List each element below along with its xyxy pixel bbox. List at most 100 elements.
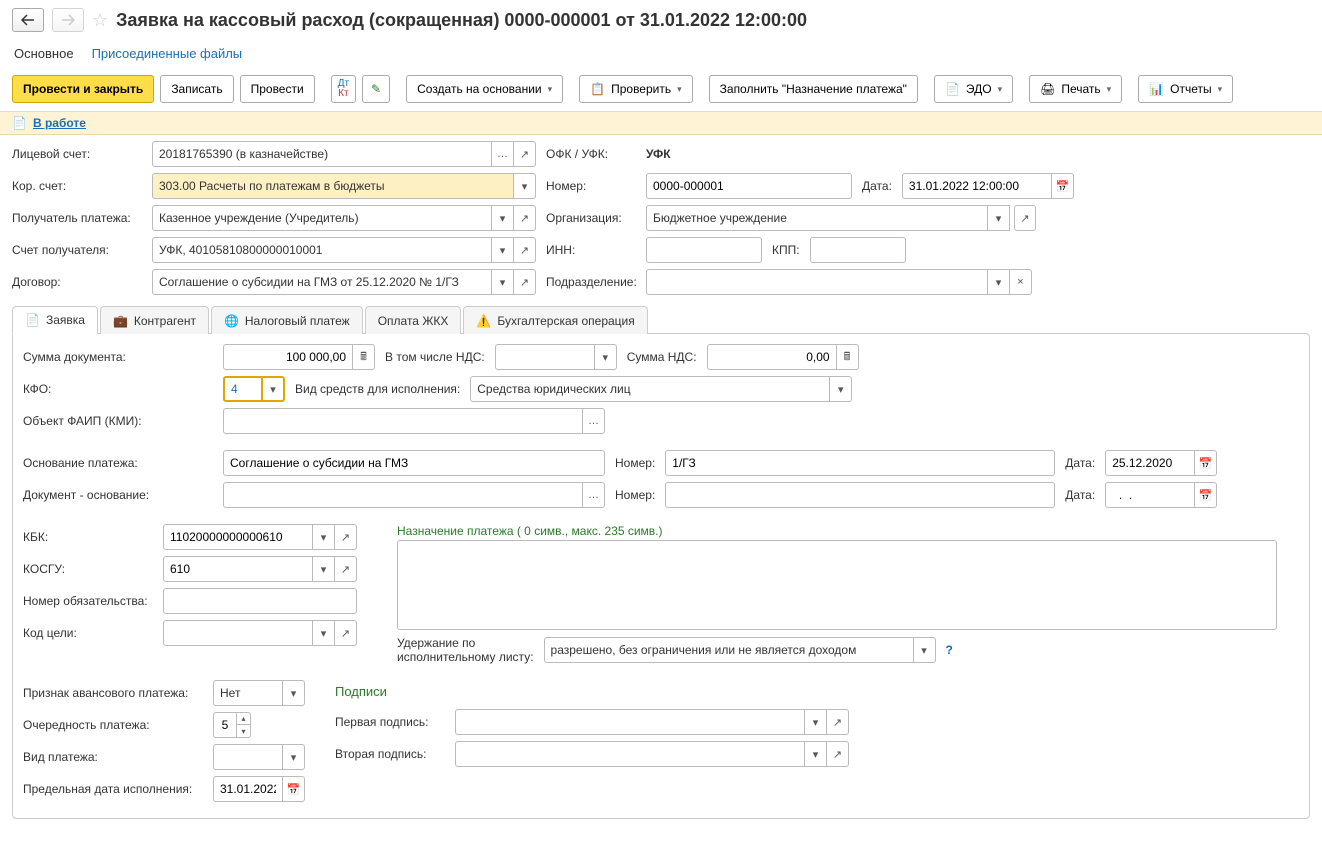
basis-num-label: Номер: bbox=[615, 456, 655, 470]
faip-more-button[interactable]: … bbox=[583, 408, 605, 434]
basis-input[interactable] bbox=[223, 450, 605, 476]
fill-purpose-button[interactable]: Заполнить "Назначение платежа" bbox=[709, 75, 918, 103]
goal-open-button[interactable]: ↗ bbox=[335, 620, 357, 646]
help-icon[interactable]: ? bbox=[946, 643, 953, 657]
print-button[interactable]: 🖨 Печать▾ bbox=[1029, 75, 1122, 103]
sig1-dropdown-button[interactable]: ▾ bbox=[805, 709, 827, 735]
paytype-input[interactable] bbox=[213, 744, 283, 770]
account-label: Лицевой счет: bbox=[12, 147, 142, 161]
basis-num-input[interactable] bbox=[665, 450, 1055, 476]
advance-dropdown-button[interactable]: ▾ bbox=[283, 680, 305, 706]
ofk-value: УФК bbox=[646, 147, 671, 161]
post-button[interactable]: Провести bbox=[240, 75, 315, 103]
favorite-star-icon[interactable]: ☆ bbox=[92, 10, 108, 31]
doc-sum-input[interactable] bbox=[223, 344, 353, 370]
payee-value: Казенное учреждение (Учредитель) bbox=[152, 205, 492, 231]
subnav-main[interactable]: Основное bbox=[14, 46, 74, 61]
tab-tax[interactable]: 🌐 Налоговый платеж bbox=[211, 306, 363, 334]
check-button[interactable]: 📋 Проверить▾ bbox=[579, 75, 693, 103]
incl-vat-input[interactable] bbox=[495, 344, 595, 370]
korr-label: Кор. счет: bbox=[12, 179, 142, 193]
kosgu-input[interactable] bbox=[163, 556, 313, 582]
contract-dropdown-button[interactable]: ▾ bbox=[492, 269, 514, 295]
sig1-label: Первая подпись: bbox=[335, 715, 445, 729]
dtkt-button[interactable]: ДтКт bbox=[331, 75, 356, 103]
kosgu-dropdown-button[interactable]: ▾ bbox=[313, 556, 335, 582]
vat-sum-input[interactable] bbox=[707, 344, 837, 370]
deadline-input[interactable] bbox=[213, 776, 283, 802]
payee-open-button[interactable]: ↗ bbox=[514, 205, 536, 231]
kbk-input[interactable] bbox=[163, 524, 313, 550]
kfo-dropdown-button[interactable]: ▾ bbox=[263, 376, 285, 402]
date-input[interactable] bbox=[902, 173, 1052, 199]
sig2-open-button[interactable]: ↗ bbox=[827, 741, 849, 767]
paytype-label: Вид платежа: bbox=[23, 750, 203, 764]
korr-value: 303.00 Расчеты по платежам в бюджеты bbox=[152, 173, 514, 199]
inn-input[interactable] bbox=[646, 237, 762, 263]
withhold-dropdown-button[interactable]: ▾ bbox=[914, 637, 936, 663]
obligation-input[interactable] bbox=[163, 588, 357, 614]
kbk-open-button[interactable]: ↗ bbox=[335, 524, 357, 550]
purpose-textarea[interactable] bbox=[397, 540, 1277, 630]
dept-dropdown-button[interactable]: ▾ bbox=[988, 269, 1010, 295]
account-open-button[interactable]: ↗ bbox=[514, 141, 536, 167]
date-calendar-button[interactable]: 📅 bbox=[1052, 173, 1074, 199]
create-based-button[interactable]: Создать на основании▾ bbox=[406, 75, 563, 103]
kpp-input[interactable] bbox=[810, 237, 906, 263]
sig2-input[interactable] bbox=[455, 741, 805, 767]
kbk-label: КБК: bbox=[23, 530, 153, 544]
sig1-open-button[interactable]: ↗ bbox=[827, 709, 849, 735]
kfo-input[interactable] bbox=[223, 376, 263, 402]
sig1-input[interactable] bbox=[455, 709, 805, 735]
org-open-button[interactable]: ↗ bbox=[1014, 205, 1036, 231]
tab-accounting[interactable]: ⚠️ Бухгалтерская операция bbox=[463, 306, 647, 334]
tab-utility[interactable]: Оплата ЖКХ bbox=[365, 306, 462, 334]
doc-basis-num-input[interactable] bbox=[665, 482, 1055, 508]
edo-button[interactable]: 📄 ЭДО▾ bbox=[934, 75, 1013, 103]
deadline-calendar-button[interactable]: 📅 bbox=[283, 776, 305, 802]
back-button[interactable] bbox=[12, 8, 44, 32]
org-dropdown-button[interactable]: ▾ bbox=[988, 205, 1010, 231]
doc-basis-input[interactable] bbox=[223, 482, 583, 508]
doc-basis-num-label: Номер: bbox=[615, 488, 655, 502]
payee-dropdown-button[interactable]: ▾ bbox=[492, 205, 514, 231]
faip-input[interactable] bbox=[223, 408, 583, 434]
pencil-button[interactable]: ✎ bbox=[362, 75, 390, 103]
doc-basis-date-calendar-button[interactable]: 📅 bbox=[1195, 482, 1217, 508]
payee-acc-dropdown-button[interactable]: ▾ bbox=[492, 237, 514, 263]
subnav-files[interactable]: Присоединенные файлы bbox=[92, 46, 243, 61]
basis-date-input[interactable] bbox=[1105, 450, 1195, 476]
goal-input[interactable] bbox=[163, 620, 313, 646]
post-and-close-button[interactable]: Провести и закрыть bbox=[12, 75, 154, 103]
tab-request[interactable]: 📄 Заявка bbox=[12, 306, 98, 334]
kbk-dropdown-button[interactable]: ▾ bbox=[313, 524, 335, 550]
reports-button[interactable]: 📊 Отчеты▾ bbox=[1138, 75, 1233, 103]
doc-basis-date-input[interactable] bbox=[1105, 482, 1195, 508]
incl-vat-dropdown-button[interactable]: ▾ bbox=[595, 344, 617, 370]
kosgu-open-button[interactable]: ↗ bbox=[335, 556, 357, 582]
account-more-button[interactable]: … bbox=[492, 141, 514, 167]
paytype-dropdown-button[interactable]: ▾ bbox=[283, 744, 305, 770]
contract-open-button[interactable]: ↗ bbox=[514, 269, 536, 295]
priority-up-button[interactable]: ▴ bbox=[237, 712, 251, 725]
basis-date-calendar-button[interactable]: 📅 bbox=[1195, 450, 1217, 476]
doc-sum-calc-button[interactable]: 🖩 bbox=[353, 344, 375, 370]
status-link[interactable]: В работе bbox=[33, 116, 86, 130]
withhold-label-1: Удержание по bbox=[397, 636, 534, 650]
payee-acc-open-button[interactable]: ↗ bbox=[514, 237, 536, 263]
number-input[interactable] bbox=[646, 173, 852, 199]
goal-dropdown-button[interactable]: ▾ bbox=[313, 620, 335, 646]
vat-sum-calc-button[interactable]: 🖩 bbox=[837, 344, 859, 370]
account-value: 20181765390 (в казначействе) bbox=[152, 141, 492, 167]
korr-dropdown-button[interactable]: ▾ bbox=[514, 173, 536, 199]
priority-input[interactable] bbox=[213, 712, 237, 738]
doc-basis-more-button[interactable]: … bbox=[583, 482, 605, 508]
funds-dropdown-button[interactable]: ▾ bbox=[830, 376, 852, 402]
priority-down-button[interactable]: ▾ bbox=[237, 725, 251, 738]
document-icon: 📄 bbox=[25, 313, 40, 327]
sig2-dropdown-button[interactable]: ▾ bbox=[805, 741, 827, 767]
dept-clear-button[interactable]: × bbox=[1010, 269, 1032, 295]
save-button[interactable]: Записать bbox=[160, 75, 233, 103]
dept-input[interactable] bbox=[646, 269, 988, 295]
tab-counterparty[interactable]: 💼 Контрагент bbox=[100, 306, 209, 334]
